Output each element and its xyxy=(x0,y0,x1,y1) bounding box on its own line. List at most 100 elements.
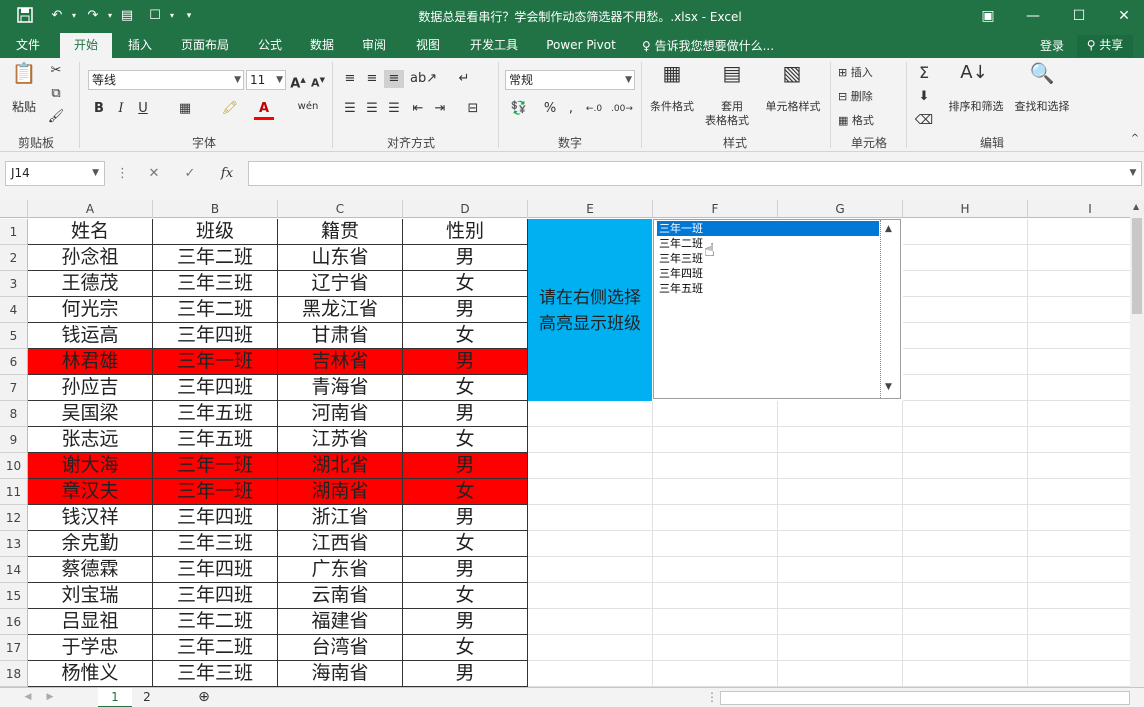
borders-icon[interactable]: ▦ xyxy=(176,100,194,118)
name-box[interactable]: J14 ▼ xyxy=(5,161,105,186)
empty-cell[interactable] xyxy=(1028,453,1130,479)
prev-sheet-icon[interactable]: ◀ xyxy=(20,688,36,707)
highlighted-table-cell[interactable]: 三年一班 xyxy=(153,349,278,375)
sheet-tab-1[interactable]: 1 xyxy=(98,688,132,707)
scroll-down-icon[interactable]: ▼ xyxy=(885,382,892,392)
row-header-1[interactable]: 1 xyxy=(0,219,28,245)
share-button[interactable]: ⚲ 共享 xyxy=(1077,35,1133,57)
table-cell[interactable]: 江西省 xyxy=(278,531,403,557)
table-cell[interactable]: 孙念祖 xyxy=(28,245,153,271)
phonetic-icon[interactable]: wén xyxy=(296,98,320,116)
autosum-icon[interactable]: Σ xyxy=(912,64,936,82)
empty-cell[interactable] xyxy=(528,505,653,531)
empty-cell[interactable] xyxy=(778,583,903,609)
empty-cell[interactable] xyxy=(653,635,778,661)
paste-icon[interactable]: 📋 xyxy=(10,63,38,90)
row-header-14[interactable]: 14 xyxy=(0,557,28,583)
table-cell[interactable]: 女 xyxy=(403,271,528,297)
row-header-17[interactable]: 17 xyxy=(0,635,28,661)
find-search-icon[interactable]: 🔍 xyxy=(1026,63,1058,94)
row-header-6[interactable]: 6 xyxy=(0,349,28,375)
table-cell[interactable]: 吴国梁 xyxy=(28,401,153,427)
font-size-combo[interactable]: 11 ▼ xyxy=(246,70,286,90)
cancel-icon[interactable]: ✕ xyxy=(142,161,166,186)
listbox-item-2[interactable]: 三年二班 xyxy=(657,236,703,251)
table-cell[interactable]: 男 xyxy=(403,297,528,323)
row-header-12[interactable]: 12 xyxy=(0,505,28,531)
table-header-cell[interactable]: 籍贯 xyxy=(278,219,403,245)
copy-icon[interactable]: ⧉ xyxy=(46,85,66,103)
table-cell[interactable]: 女 xyxy=(403,427,528,453)
table-header-cell[interactable]: 姓名 xyxy=(28,219,153,245)
customize-qat-icon[interactable]: ▾ xyxy=(182,7,196,25)
close-icon[interactable]: ✕ xyxy=(1104,4,1144,28)
touch-dropdown-icon[interactable]: ▾ xyxy=(166,7,178,25)
column-header-g[interactable]: G xyxy=(778,200,903,218)
highlighted-table-cell[interactable]: 章汉夫 xyxy=(28,479,153,505)
tab-review[interactable]: 审阅 xyxy=(354,33,394,58)
collapse-ribbon-icon[interactable]: ^ xyxy=(1128,130,1142,148)
tab-view[interactable]: 视图 xyxy=(408,33,448,58)
table-cell[interactable]: 辽宁省 xyxy=(278,271,403,297)
table-cell[interactable]: 江苏省 xyxy=(278,427,403,453)
table-cell[interactable]: 三年五班 xyxy=(153,401,278,427)
table-cell[interactable]: 广东省 xyxy=(278,557,403,583)
conditional-format-icon[interactable]: ▦ xyxy=(656,63,688,94)
format-as-table-icon[interactable]: ▤ xyxy=(716,63,748,94)
decrease-decimal-icon[interactable]: .00→ xyxy=(610,100,634,118)
empty-cell[interactable] xyxy=(778,401,903,427)
highlighted-table-cell[interactable]: 吉林省 xyxy=(278,349,403,375)
decrease-indent-icon[interactable]: ⇤ xyxy=(408,100,428,118)
table-cell[interactable]: 三年二班 xyxy=(153,297,278,323)
column-header-c[interactable]: C xyxy=(278,200,403,218)
listbox-item-5[interactable]: 三年五班 xyxy=(657,281,703,296)
align-middle-icon[interactable]: ≡ xyxy=(362,70,382,88)
conditional-format-button[interactable]: 条件格式 xyxy=(644,98,700,114)
tab-home[interactable]: 开始 xyxy=(60,33,112,58)
empty-cell[interactable] xyxy=(903,453,1028,479)
row-header-5[interactable]: 5 xyxy=(0,323,28,349)
tab-developer[interactable]: 开发工具 xyxy=(462,33,526,58)
empty-cell[interactable] xyxy=(778,557,903,583)
align-top-icon[interactable]: ≡ xyxy=(340,70,360,88)
redo-dropdown-icon[interactable]: ▾ xyxy=(104,7,116,25)
table-cell[interactable]: 男 xyxy=(403,245,528,271)
worksheet-grid[interactable]: ABCDEFGHI 1 2 3 4 5 6 7 8 9 10 11 12 13 14 15 16 17 18 姓名… xyxy=(0,200,1130,687)
empty-cell[interactable] xyxy=(778,453,903,479)
empty-cell[interactable] xyxy=(778,505,903,531)
fill-icon[interactable]: ⬇ xyxy=(912,88,936,106)
formula-bar-splitter[interactable]: ⋮ xyxy=(116,161,129,186)
undo-icon[interactable]: ↶ xyxy=(46,7,68,25)
undo-dropdown-icon[interactable]: ▾ xyxy=(68,7,80,25)
row-header-11[interactable]: 11 xyxy=(0,479,28,505)
align-left-icon[interactable]: ☰ xyxy=(340,100,360,118)
highlighted-table-cell[interactable]: 湖北省 xyxy=(278,453,403,479)
empty-cell[interactable] xyxy=(1028,349,1130,375)
table-cell[interactable]: 三年三班 xyxy=(153,531,278,557)
sort-filter-button[interactable]: 排序和筛选 xyxy=(944,98,1008,114)
empty-cell[interactable] xyxy=(903,401,1028,427)
formula-input[interactable] xyxy=(248,161,1142,186)
empty-cell[interactable] xyxy=(653,557,778,583)
empty-cell[interactable] xyxy=(1028,609,1130,635)
redo-icon[interactable]: ↷ xyxy=(82,7,104,25)
class-listbox[interactable]: 三年一班 三年二班 三年三班 三年四班 三年五班 ▲ ▼ ☝ xyxy=(653,219,901,399)
empty-cell[interactable] xyxy=(1028,479,1130,505)
table-cell[interactable]: 于学忠 xyxy=(28,635,153,661)
tab-page-layout[interactable]: 页面布局 xyxy=(172,33,238,58)
add-sheet-icon[interactable]: ⊕ xyxy=(192,688,216,707)
tab-insert[interactable]: 插入 xyxy=(118,33,162,58)
table-cell[interactable]: 三年四班 xyxy=(153,583,278,609)
table-cell[interactable]: 男 xyxy=(403,661,528,687)
empty-cell[interactable] xyxy=(903,349,1028,375)
empty-cell[interactable] xyxy=(1028,245,1130,271)
empty-cell[interactable] xyxy=(653,531,778,557)
table-cell[interactable]: 三年四班 xyxy=(153,323,278,349)
increase-decimal-icon[interactable]: ←.0 xyxy=(582,100,606,118)
empty-cell[interactable] xyxy=(903,609,1028,635)
row-header-8[interactable]: 8 xyxy=(0,401,28,427)
insert-cells-button[interactable]: ⊞ 插入 xyxy=(838,64,900,80)
empty-cell[interactable] xyxy=(778,427,903,453)
empty-cell[interactable] xyxy=(1028,635,1130,661)
empty-cell[interactable] xyxy=(903,297,1028,323)
